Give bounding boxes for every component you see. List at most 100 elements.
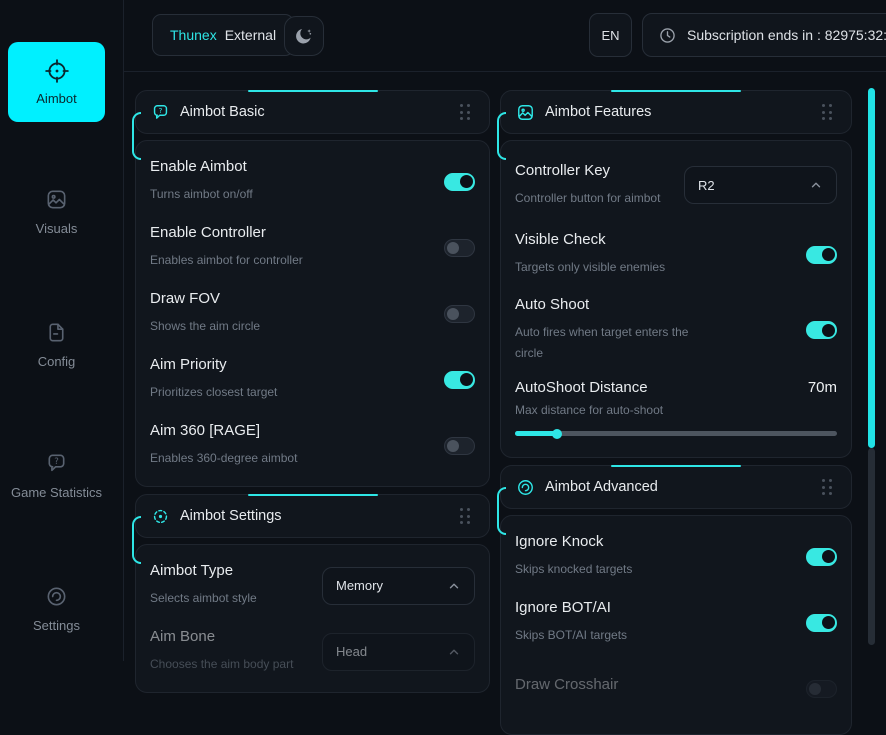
chevron-up-icon [809,178,823,192]
toggle-ignore-bot-ai[interactable] [806,614,837,632]
toggle-draw-fov[interactable] [444,305,475,323]
drag-handle[interactable] [456,504,474,528]
setting-title: Aim Bone [150,628,293,645]
setting-title: Aim 360 [RAGE] [150,422,297,439]
slider-value: 70m [808,379,837,396]
setting-title: Controller Key [515,162,660,179]
setting-title: Auto Shoot [515,296,715,313]
language-button[interactable]: EN [589,13,632,57]
toggle-enable-aimbot[interactable] [444,173,475,191]
section-header: Aimbot Features [500,90,852,134]
section-accent-line [611,90,741,92]
brand-name: Thunex [170,27,217,43]
select-aimbot-type[interactable]: Memory [322,567,475,605]
slider-knob[interactable] [552,429,562,439]
section-body: Ignore Knock Skips knocked targets Ignor… [500,515,852,735]
select-value: Head [336,644,367,659]
setting-title: Aim Priority [150,356,277,373]
svg-text:?: ? [54,457,59,467]
toggle-ignore-knock[interactable] [806,548,837,566]
setting-title: Enable Aimbot [150,158,253,175]
section-accent-bracket [132,516,141,564]
image-icon [516,103,535,122]
sidebar-item-visuals[interactable]: Visuals [0,188,113,236]
setting-row: Aim Priority Prioritizes closest target [150,353,475,406]
toggle-knob [822,324,835,337]
slider-fill [515,431,557,436]
setting-title: Ignore Knock [515,533,632,550]
subscription-text: Subscription ends in : 82975:32:53 [687,27,886,43]
select-value: R2 [698,178,715,193]
setting-title: Enable Controller [150,224,303,241]
toggle-draw-crosshair[interactable] [806,680,837,698]
section-aimbot-advanced: Aimbot Advanced Ignore Knock Skips knock… [500,465,852,735]
drag-handle[interactable] [456,100,474,124]
spiral-icon [516,478,535,497]
section-accent-line [248,494,378,496]
setting-row: Draw Crosshair [515,662,837,715]
scrollbar-track[interactable] [868,448,875,645]
settings-column-right: Aimbot Features Controller Key Controlle… [500,90,852,735]
toggle-enable-controller[interactable] [444,239,475,257]
theme-toggle-button[interactable] [284,16,324,56]
clock-icon [658,26,677,45]
chat-question-icon: ? [45,452,68,475]
sidebar-item-label: Settings [33,618,80,633]
setting-desc: Prioritizes closest target [150,382,277,403]
select-aim-bone[interactable]: Head [322,633,475,671]
setting-title: Ignore BOT/AI [515,599,627,616]
setting-title: AutoShoot Distance [515,379,648,396]
section-body: Enable Aimbot Turns aimbot on/off Enable… [135,140,490,487]
setting-desc: Targets only visible enemies [515,257,665,278]
setting-desc: Max distance for auto-shoot [515,400,837,421]
select-controller-key[interactable]: R2 [684,166,837,204]
section-aimbot-features: Aimbot Features Controller Key Controlle… [500,90,852,458]
setting-desc: Auto fires when target enters the circle [515,322,715,364]
sidebar-item-label: Config [38,354,76,369]
setting-row: Enable Controller Enables aimbot for con… [150,221,475,274]
section-aimbot-basic: ? Aimbot Basic Enable Aimbot Turns aimbo… [135,90,490,487]
toggle-visible-check[interactable] [806,246,837,264]
select-value: Memory [336,578,383,593]
setting-title: Draw Crosshair [515,676,618,693]
brand-suffix: External [225,27,276,43]
brand-pill: Thunex External [152,14,294,56]
sidebar-item-label: Game Statistics [11,485,102,500]
section-accent-bracket [132,112,141,160]
setting-desc: Selects aimbot style [150,588,257,609]
section-title: Aimbot Advanced [545,479,658,495]
spiral-icon [45,585,68,608]
section-accent-line [248,90,378,92]
section-body: Controller Key Controller button for aim… [500,140,852,458]
toggle-aim-360-rage[interactable] [444,437,475,455]
toggle-knob [822,616,835,629]
autoshoot-distance-slider[interactable] [515,431,837,436]
sidebar-item-config[interactable]: Config [0,321,113,369]
drag-handle[interactable] [818,475,836,499]
drag-handle[interactable] [818,100,836,124]
moon-icon [293,25,315,47]
setting-row: Draw FOV Shows the aim circle [150,287,475,340]
section-accent-bracket [497,487,506,535]
toggle-knob [460,373,473,386]
target-icon [151,507,170,526]
subscription-status: Subscription ends in : 82975:32:53 [642,13,886,57]
setting-row: Enable Aimbot Turns aimbot on/off [150,155,475,208]
toggle-auto-shoot[interactable] [806,321,837,339]
sidebar-item-settings[interactable]: Settings [0,585,113,633]
setting-row: Ignore BOT/AI Skips BOT/AI targets [515,596,837,649]
section-header: Aimbot Advanced [500,465,852,509]
section-title: Aimbot Features [545,104,651,120]
sidebar-item-aimbot[interactable]: Aimbot [8,42,105,122]
setting-row: Aim Bone Chooses the aim body part Head [150,625,475,678]
sidebar-item-game-statistics[interactable]: ? Game Statistics [0,452,113,500]
setting-desc: Turns aimbot on/off [150,184,253,205]
scrollbar-thumb[interactable] [868,88,875,448]
toggle-knob [460,175,473,188]
toggle-aim-priority[interactable] [444,371,475,389]
setting-desc: Shows the aim circle [150,316,260,337]
section-header: Aimbot Settings [135,494,490,538]
language-label: EN [601,28,619,43]
settings-column-left: ? Aimbot Basic Enable Aimbot Turns aimbo… [135,90,490,693]
section-body: Aimbot Type Selects aimbot style Memory … [135,544,490,693]
